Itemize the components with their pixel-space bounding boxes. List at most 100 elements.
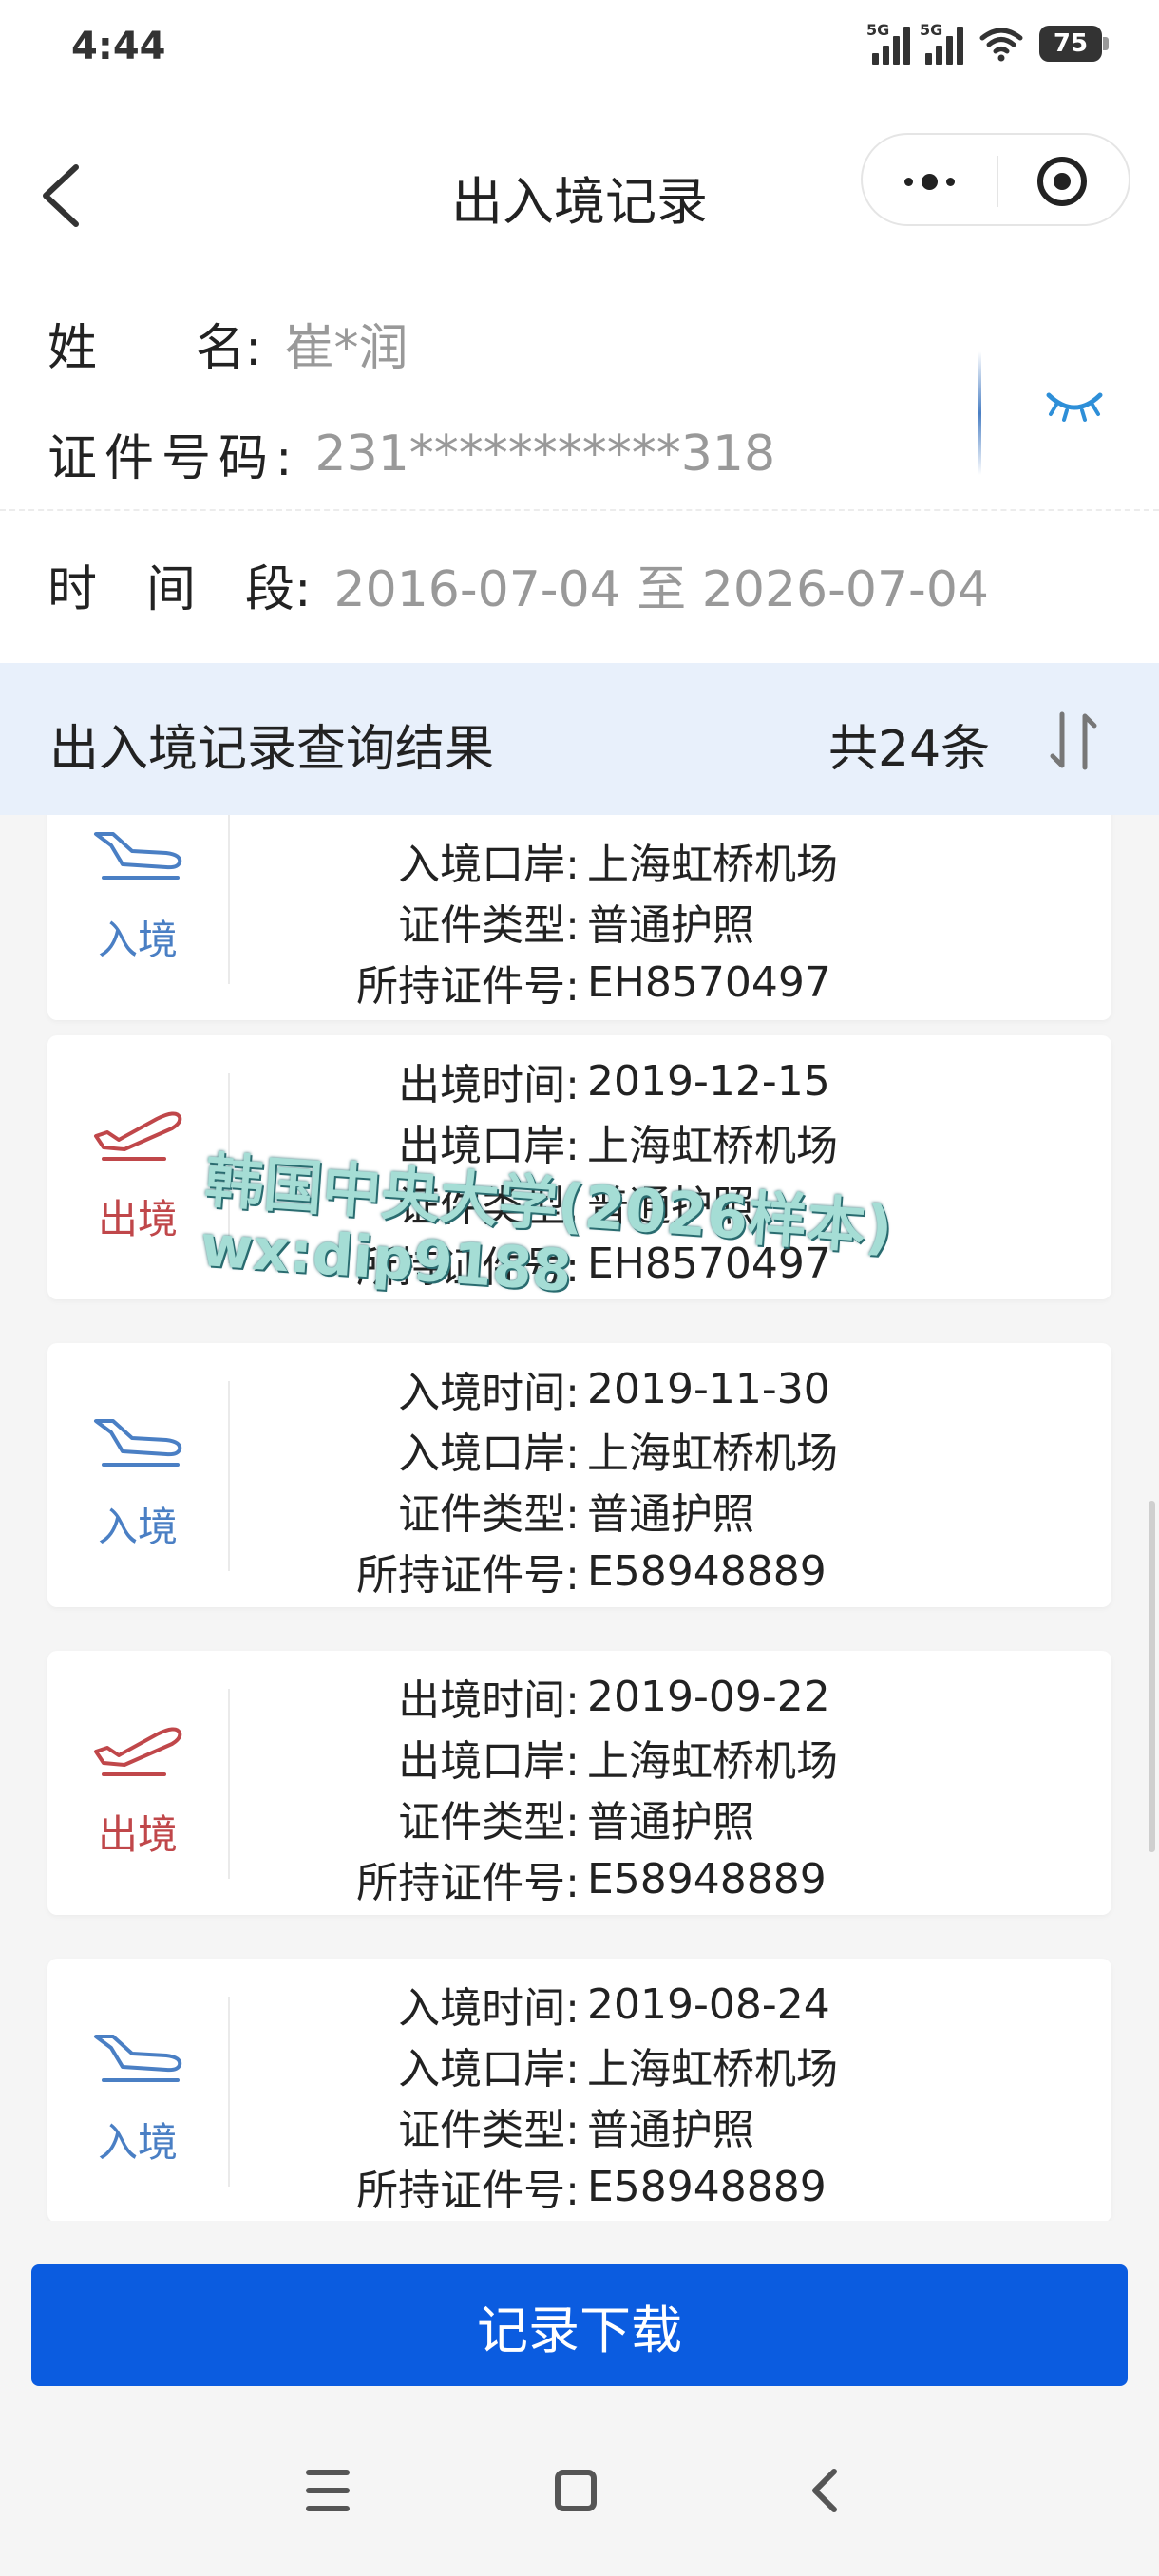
field-value: 2019-09-22 <box>587 1672 830 1721</box>
field-label: 证件类型: <box>398 1490 580 1539</box>
plane-departure-icon <box>94 1111 182 1161</box>
status-bar: 4:44 5G 5G 75 <box>0 0 1159 95</box>
field-row: 入境时间: 2019-08-24 <box>228 1974 1112 2035</box>
field-value: E58948889 <box>587 2162 826 2211</box>
record-fields: 入境时间: 2019-08-24 入境口岸: 上海虹桥机场 证件类型: 普通护照 所持… <box>228 1959 1112 2221</box>
field-label: 证件类型: <box>398 901 580 950</box>
field-label: 入境时间: <box>398 1984 580 2033</box>
mini-program-capsule <box>861 133 1130 226</box>
field-row: 入境口岸: 上海虹桥机场 <box>228 830 1112 891</box>
direction-label: 入境 <box>97 917 178 963</box>
field-row: 证件类型: 普通护照 <box>228 891 1112 952</box>
results-count: 共24条 <box>828 721 991 778</box>
list-scrollbar[interactable] <box>1149 1501 1155 1852</box>
back-icon[interactable] <box>806 2466 844 2515</box>
toggle-visibility[interactable] <box>978 351 1159 475</box>
home-icon[interactable] <box>555 2470 597 2511</box>
period-label: 时 间 段: <box>48 561 312 618</box>
eye-closed-icon[interactable] <box>1045 389 1104 424</box>
field-label: 证件类型: <box>398 1798 580 1847</box>
nav-bar: 出入境记录 <box>0 95 1159 285</box>
field-label: 入境口岸: <box>398 1430 580 1478</box>
record-card[interactable]: 入境 入境口岸: 上海虹桥机场 证件类型: 普通护照 所持证件号: EH8570497 <box>48 815 1112 1020</box>
field-label: 入境口岸: <box>398 2045 580 2093</box>
plane-landing-icon <box>94 832 182 880</box>
records-list[interactable]: 入境 入境口岸: 上海虹桥机场 证件类型: 普通护照 所持证件号: EH8570497… <box>0 815 1159 2221</box>
field-value: EH8570497 <box>587 957 831 1007</box>
field-value: 普通护照 <box>587 1798 754 1847</box>
field-row: 所持证件号: E58948889 <box>228 1848 1112 1909</box>
field-value: 普通护照 <box>587 901 754 950</box>
battery-icon: 75 <box>1039 26 1109 62</box>
record-icon-col: 出境 <box>48 1651 228 1915</box>
field-label: 所持证件号: <box>356 2167 580 2215</box>
field-value: E58948889 <box>587 1854 826 1904</box>
record-fields: 入境口岸: 上海虹桥机场 证件类型: 普通护照 所持证件号: EH8570497 <box>228 815 1112 1020</box>
field-label: 出境时间: <box>398 1676 580 1725</box>
wifi-icon <box>979 28 1023 62</box>
field-label: 出境时间: <box>398 1061 580 1109</box>
field-row: 所持证件号: E58948889 <box>228 1541 1112 1601</box>
signal-5g-icon: 5G <box>866 21 910 65</box>
field-value: 上海虹桥机场 <box>587 1430 838 1478</box>
field-value: 上海虹桥机场 <box>587 841 838 889</box>
plane-departure-icon <box>94 1727 182 1776</box>
query-info-panel: 姓 名: 崔*润 证件号码: 231***********318 时 间 段: … <box>0 285 1159 663</box>
field-row: 证件类型: 普通护照 <box>228 1480 1112 1541</box>
download-records-button[interactable]: 记录下载 <box>31 2264 1128 2386</box>
results-title: 出入境记录查询结果 <box>49 721 495 778</box>
direction-label: 出境 <box>97 1811 178 1858</box>
field-row: 出境时间: 2019-12-15 <box>228 1051 1112 1111</box>
info-divider <box>0 509 1159 511</box>
menu-icon[interactable] <box>306 2470 350 2511</box>
name-value: 崔*润 <box>284 320 408 377</box>
sort-icon[interactable] <box>1045 703 1102 779</box>
record-icon-col: 入境 <box>48 1959 228 2221</box>
field-row: 所持证件号: E58948889 <box>228 2156 1112 2217</box>
name-label: 姓 名: <box>48 320 262 377</box>
close-target-icon[interactable] <box>995 135 1129 228</box>
name-row: 姓 名: 崔*润 <box>48 308 408 379</box>
record-card[interactable]: 出境 出境时间: 2019-09-22 出境口岸: 上海虹桥机场 证件类型: 普通护照… <box>48 1651 1112 1915</box>
field-label: 出境口岸: <box>398 1737 580 1786</box>
field-value: 2019-12-15 <box>587 1056 830 1106</box>
field-row: 入境口岸: 上海虹桥机场 <box>228 2035 1112 2095</box>
record-card[interactable]: 入境 入境时间: 2019-11-30 入境口岸: 上海虹桥机场 证件类型: 普通护照… <box>48 1343 1112 1607</box>
direction-label: 入境 <box>97 1504 178 1550</box>
field-label: 所持证件号: <box>356 1551 580 1600</box>
eye-divider <box>978 351 981 475</box>
record-card[interactable]: 入境 入境时间: 2019-08-24 入境口岸: 上海虹桥机场 证件类型: 普通护照… <box>48 1959 1112 2221</box>
field-row: 出境口岸: 上海虹桥机场 <box>228 1727 1112 1788</box>
plane-landing-icon <box>94 1419 182 1467</box>
status-time: 4:44 <box>71 25 166 68</box>
system-nav-bar <box>0 2449 1159 2553</box>
period-row: 时 间 段: 2016-07-04 至 2026-07-04 <box>48 549 989 620</box>
direction-label: 入境 <box>97 2119 178 2166</box>
field-row: 入境时间: 2019-11-30 <box>228 1358 1112 1419</box>
field-label: 入境口岸: <box>398 841 580 889</box>
field-value: 上海虹桥机场 <box>587 1122 838 1170</box>
field-value: 2019-11-30 <box>587 1364 830 1413</box>
field-value: 普通护照 <box>587 2106 754 2154</box>
signal-5g-icon-2: 5G <box>920 21 963 65</box>
field-value: 2019-08-24 <box>587 1979 830 2029</box>
field-value: E58948889 <box>587 1546 826 1596</box>
field-row: 入境口岸: 上海虹桥机场 <box>228 1419 1112 1480</box>
field-label: 所持证件号: <box>356 1859 580 1907</box>
record-icon-col: 入境 <box>48 1343 228 1607</box>
record-fields: 入境时间: 2019-11-30 入境口岸: 上海虹桥机场 证件类型: 普通护照 所持… <box>228 1343 1112 1607</box>
status-icons: 5G 5G 75 <box>866 21 1109 65</box>
more-dots-icon[interactable] <box>863 135 997 228</box>
bottom-area: 记录下载 <box>0 2221 1159 2576</box>
field-label: 证件类型: <box>398 2106 580 2154</box>
field-value: 上海虹桥机场 <box>587 2045 838 2093</box>
id-row: 证件号码: 231***********318 <box>48 418 775 489</box>
record-icon-col: 入境 <box>48 815 228 1020</box>
record-fields: 出境时间: 2019-09-22 出境口岸: 上海虹桥机场 证件类型: 普通护照 所持… <box>228 1651 1112 1915</box>
field-row: 证件类型: 普通护照 <box>228 1788 1112 1848</box>
field-value: 上海虹桥机场 <box>587 1737 838 1786</box>
field-row: 出境时间: 2019-09-22 <box>228 1666 1112 1727</box>
field-label: 入境时间: <box>398 1369 580 1417</box>
field-row: 证件类型: 普通护照 <box>228 2095 1112 2156</box>
signal-label: 5G <box>866 21 890 39</box>
